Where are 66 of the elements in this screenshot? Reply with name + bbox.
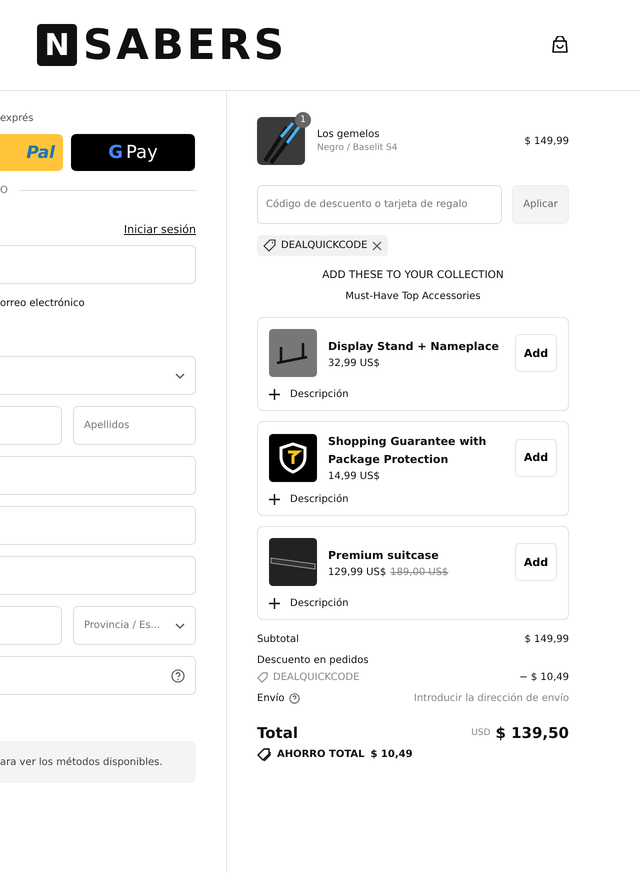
tag-icon xyxy=(263,239,276,252)
upsell-name: Premium suitcase xyxy=(328,548,440,564)
product-photo-placeholder xyxy=(269,434,317,482)
shipping-value: Introducir la dirección de envío xyxy=(414,693,569,704)
currency-code: USD xyxy=(471,728,490,738)
select-field[interactable] xyxy=(0,356,196,395)
email-option-label: orreo electrónico xyxy=(0,298,86,309)
applied-code-tag: DEALQUICKCODE xyxy=(257,235,388,256)
plus-icon[interactable] xyxy=(269,598,280,609)
total-savings-label: AHORRO TOTAL xyxy=(277,749,364,760)
tags-icon xyxy=(257,748,271,761)
shipping-methods-notice: ara ver los métodos disponibles. xyxy=(0,741,196,783)
express-checkout-label: exprés xyxy=(0,113,34,124)
divider-text: O xyxy=(0,185,8,196)
upsell-price: 14,99 US$ xyxy=(328,471,380,482)
chevron-down-icon xyxy=(175,622,185,628)
subtotal-value: $ 149,99 xyxy=(524,634,569,645)
add-button[interactable]: Add xyxy=(515,543,557,581)
product-name: Los gemelos xyxy=(317,129,380,140)
logo-text[interactable]: SABERS xyxy=(83,23,288,67)
help-icon xyxy=(289,693,300,704)
product-photo-placeholder xyxy=(257,117,305,165)
close-icon[interactable] xyxy=(372,240,382,250)
total-savings-value: $ 10,49 xyxy=(370,749,413,760)
upsell-subtitle: Must-Have Top Accessories xyxy=(344,291,482,302)
chevron-down-icon xyxy=(175,372,185,378)
discount-code: DEALQUICKCODE xyxy=(273,672,360,683)
input-field[interactable]: Apellidos xyxy=(73,406,196,445)
google-pay-button[interactable]: G Pay xyxy=(71,134,195,171)
product-variant: Negro / Baselit S4 xyxy=(317,143,398,153)
product-photo-placeholder xyxy=(269,329,317,377)
shipping-label: Envío xyxy=(257,693,284,704)
description-toggle[interactable]: Descripción xyxy=(290,598,349,609)
original-price: 189,00 US$ xyxy=(390,566,448,578)
plus-icon[interactable] xyxy=(269,389,280,400)
product-price: $ 149,99 xyxy=(524,136,569,146)
select-field[interactable]: Provincia / Es... xyxy=(73,606,196,645)
discount-amount: − $ 10,49 xyxy=(519,672,569,683)
input-field[interactable] xyxy=(0,245,196,284)
upsell-name: Shopping Guarantee with Package Protection xyxy=(328,434,488,468)
add-button[interactable]: Add xyxy=(515,334,557,372)
add-button[interactable]: Add xyxy=(515,438,557,476)
subtotal-label: Subtotal xyxy=(257,634,299,645)
description-toggle[interactable]: Descripción xyxy=(290,389,349,400)
product-photo-placeholder xyxy=(269,538,317,586)
upsell-name: Display Stand + Nameplace xyxy=(328,338,500,354)
shopping-bag-icon[interactable] xyxy=(552,36,568,54)
logo-mark: N xyxy=(37,24,77,66)
total-label: Total xyxy=(257,724,298,742)
input-field[interactable] xyxy=(0,656,196,695)
upsell-title: ADD THESE TO YOUR COLLECTION xyxy=(321,269,505,281)
login-link[interactable]: Iniciar sesión xyxy=(124,223,196,236)
input-field[interactable] xyxy=(0,456,196,495)
tag-icon xyxy=(257,672,268,683)
quantity-badge: 1 xyxy=(295,112,311,128)
description-toggle[interactable]: Descripción xyxy=(290,494,349,505)
upsell-price: 32,99 US$ xyxy=(328,358,380,368)
discount-label: Descuento en pedidos xyxy=(257,655,369,666)
help-icon xyxy=(171,668,185,682)
upsell-price: 129,99 US$ xyxy=(328,566,386,578)
input-field[interactable] xyxy=(0,506,196,545)
input-field[interactable] xyxy=(0,556,196,595)
apply-button[interactable]: Aplicar xyxy=(512,185,569,224)
discount-code-field[interactable]: Código de descuento o tarjeta de regalo xyxy=(257,185,502,224)
total-value: $ 139,50 xyxy=(495,724,569,742)
plus-icon[interactable] xyxy=(269,494,280,505)
